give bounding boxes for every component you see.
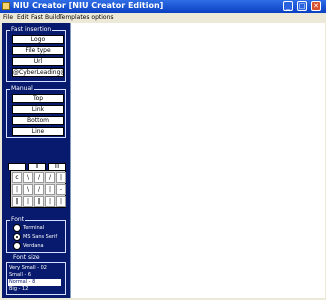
char-cell[interactable]: / [45,172,55,183]
editor-area[interactable] [70,23,325,298]
font-size-label: Font size [12,254,41,262]
char-cell[interactable]: ‖ [12,196,22,207]
title-bar[interactable]: NIU Creator [NIU Creator Edition] _ □ ✕ [0,0,326,13]
char-cell[interactable]: | [45,196,55,207]
char-cell[interactable]: | [23,196,33,207]
char-cell[interactable]: / [34,184,44,195]
manual-label: Manual [10,85,34,93]
font-size-item[interactable]: Very Small - 02 [8,265,61,272]
font-option-label: Terminal [23,225,45,231]
font-radio-verdana[interactable] [13,242,21,250]
font-label: Font [10,216,26,224]
tab-1[interactable] [8,163,26,170]
font-option-label: Verdana [23,243,44,249]
fast-insertion-label: Fast insertion [10,26,53,34]
font-size-list[interactable]: Very Small - 02 Small - 6 Normal - 8 Big… [6,262,66,295]
fast-insertion-group: Fast insertion Logo File type Url @Cyber… [6,26,66,82]
char-cell[interactable]: c [12,172,22,183]
font-size-item-selected[interactable]: Normal - 8 [8,279,61,286]
manual-group: Manual Top Link Bottom Line [6,85,66,138]
cyberleading-button[interactable]: @CyberLeading@ [12,68,64,77]
maximize-button[interactable]: □ [297,1,307,11]
tab-3[interactable]: III [48,163,66,170]
menu-edit[interactable]: Edit [17,14,29,21]
top-button[interactable]: Top [12,94,64,103]
tools-panel: Fast insertion Logo File type Url @Cyber… [2,23,70,298]
char-cell[interactable]: - [56,184,66,195]
font-radio-ms-sans-serif[interactable] [13,233,21,241]
tab-2[interactable]: II [28,163,46,170]
window-title: NIU Creator [NIU Creator Edition] [13,1,164,10]
close-button[interactable]: ✕ [311,1,321,11]
char-cell[interactable]: | [56,196,66,207]
font-option-label: MS Sans Serif [23,234,58,240]
logo-button[interactable]: Logo [12,35,64,44]
char-cell[interactable]: | [12,184,22,195]
file-type-button[interactable]: File type [12,46,64,55]
link-button[interactable]: Link [12,105,64,114]
char-cell[interactable]: \ [23,184,33,195]
menu-fast-build[interactable]: Fast Build [31,14,60,21]
minimize-button[interactable]: _ [283,1,293,11]
character-grid: c \ / / | | \ / | - ‖ | ‖ | | [10,170,66,208]
url-button[interactable]: Url [12,57,64,66]
menu-templates-options[interactable]: Templates options [59,14,114,21]
char-cell[interactable]: | [45,184,55,195]
line-button[interactable]: Line [12,127,64,136]
menu-bar: File Edit Fast Build Templates options [0,13,326,22]
bottom-button[interactable]: Bottom [12,116,64,125]
font-group: Font Terminal MS Sans Serif Verdana [6,216,66,253]
char-cell[interactable]: ‖ [34,196,44,207]
char-cell[interactable]: \ [23,172,33,183]
char-cell[interactable]: / [34,172,44,183]
font-size-item[interactable]: Big - 12 [8,286,61,293]
font-radio-terminal[interactable] [13,224,21,232]
app-icon [2,2,10,10]
app-window: NIU Creator [NIU Creator Edition] _ □ ✕ … [0,0,326,300]
font-size-item[interactable]: Small - 6 [8,272,61,279]
menu-file[interactable]: File [3,14,13,21]
char-cell[interactable]: | [56,172,66,183]
